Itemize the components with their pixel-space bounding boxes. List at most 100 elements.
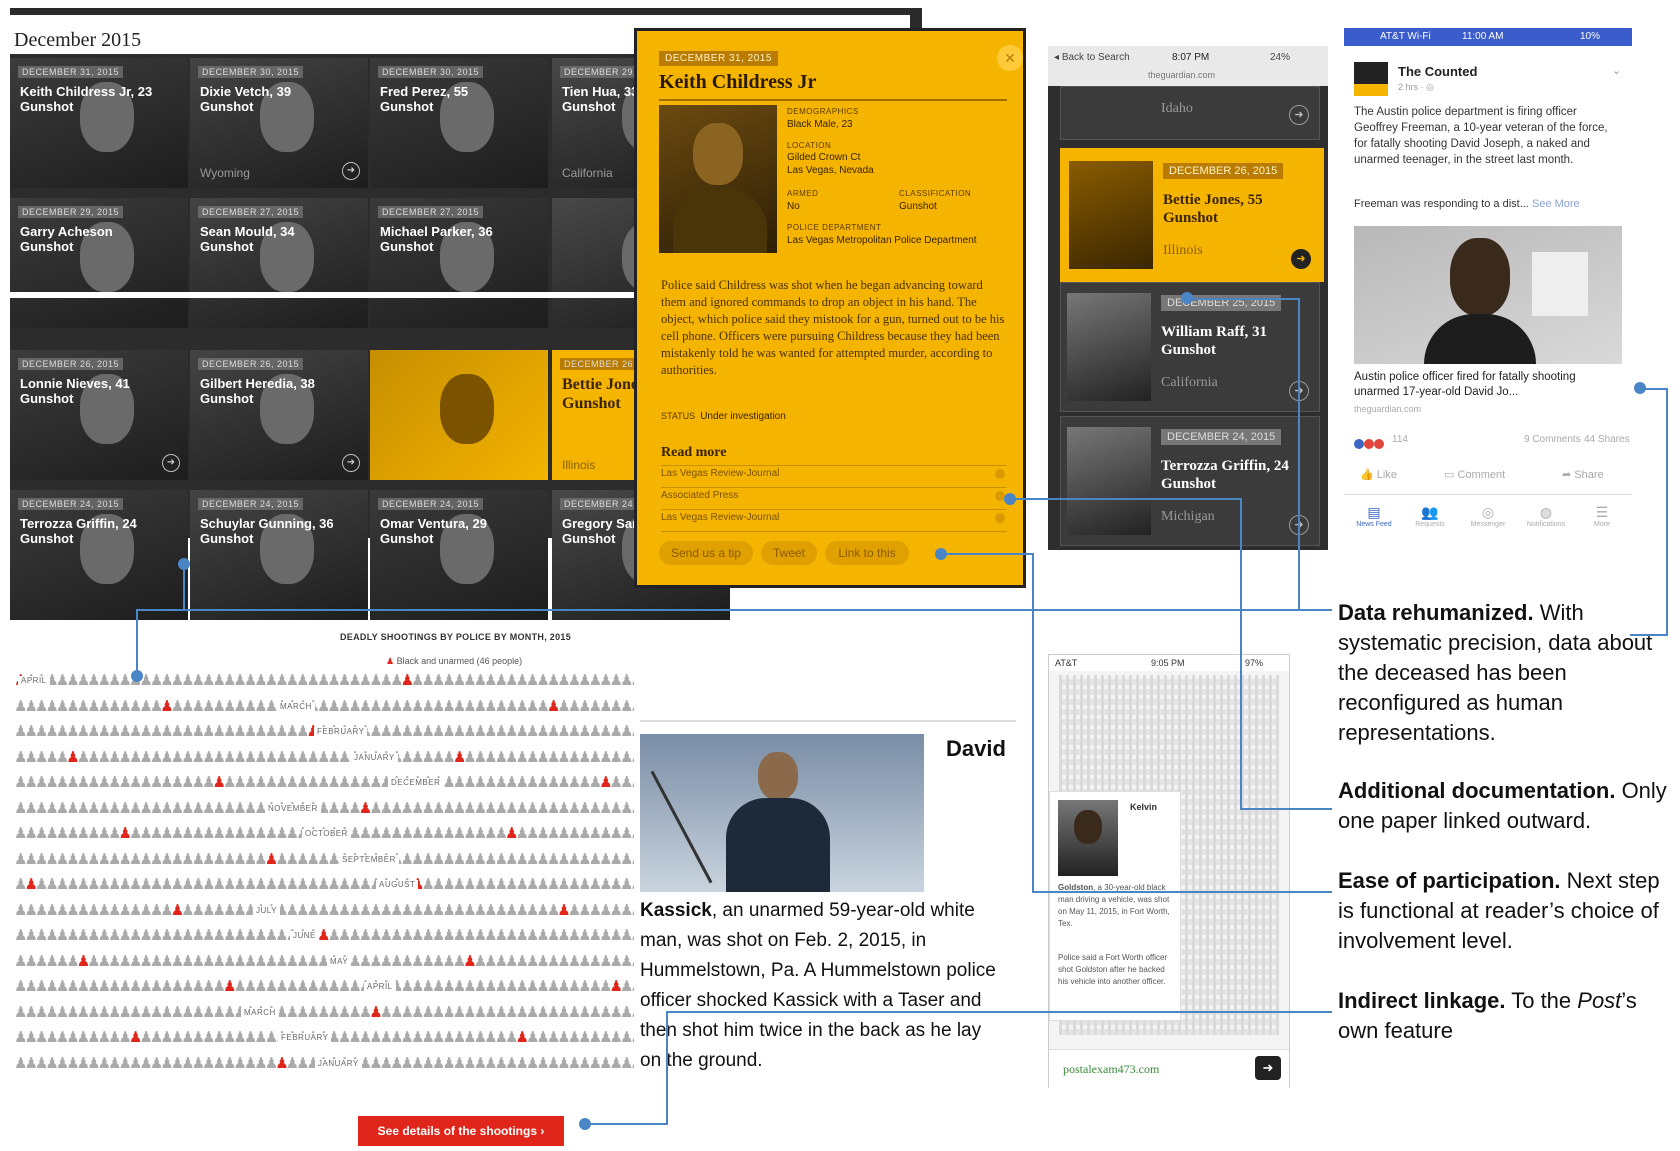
thumbs-up-icon: 👍: [1360, 469, 1374, 481]
tab-more[interactable]: ☰ More: [1576, 504, 1628, 528]
link-preview-title[interactable]: Austin police officer fired for fatally …: [1354, 370, 1604, 400]
figure-row: ♟♟♟♟♟♟♟♟♟♟♟♟♟♟♟♟♟♟♟♟♟♟♟♟♟♟♟♟♟♟♟♟♟♟♟♟♟♟♟♟…: [14, 799, 634, 817]
connector-line: [183, 564, 185, 610]
popup-photo: [1058, 800, 1118, 876]
card-state: California: [1161, 375, 1218, 390]
tile-cause: Gunshot: [380, 99, 434, 114]
arrow-right-icon[interactable]: ➜: [1255, 1056, 1281, 1080]
connector-dot: [1181, 292, 1193, 304]
red-figure-icon: ♟: [557, 901, 571, 919]
read-more-link-3[interactable]: Las Vegas Review-Journal: [661, 512, 779, 523]
red-figure-icon: ♟: [275, 1054, 289, 1072]
rule: [661, 487, 1006, 488]
popup-name: Kelvin: [1130, 802, 1158, 812]
red-figure-icon: ♟: [66, 748, 80, 766]
share-count[interactable]: 44 Shares: [1584, 434, 1630, 445]
back-to-search-link[interactable]: ◂ Back to Search: [1054, 52, 1130, 63]
link-preview-image[interactable]: [1354, 226, 1622, 364]
month-label: APRIL: [18, 676, 50, 685]
read-more-link-1[interactable]: Las Vegas Review-Journal: [661, 468, 779, 479]
connector-dot: [131, 670, 143, 682]
ad-url[interactable]: postalexam473.com: [1063, 1062, 1159, 1077]
card-name: William Raff, 31 Gunshot: [1161, 323, 1267, 359]
send-tip-button[interactable]: Send us a tip: [659, 541, 753, 565]
link-preview-domain: theguardian.com: [1354, 404, 1422, 414]
month-label: JANUARY: [351, 752, 398, 762]
url-bar[interactable]: theguardian.com: [1148, 70, 1215, 80]
grid-tile[interactable]: DECEMBER 24, 2015 Schuylar Gunning, 36 Gun…: [190, 490, 368, 620]
link-to-this-button[interactable]: Link to this: [825, 541, 909, 565]
grid-tile[interactable]: DECEMBER 30, 2015 Dixie Vetch, 39 Wyoming G…: [190, 58, 368, 188]
shoulders-shape: [673, 189, 767, 253]
see-more-link[interactable]: See More: [1532, 198, 1580, 210]
grid-tile[interactable]: DECEMBER 31, 2015 Keith Childress Jr, 23 G…: [10, 58, 188, 188]
tab-news-feed[interactable]: ▤ News Feed: [1348, 504, 1400, 528]
tile-date: DECEMBER 30, 2015: [378, 66, 484, 78]
comment-button[interactable]: ▭ Comment: [1444, 468, 1505, 481]
close-button[interactable]: ✕: [997, 45, 1023, 71]
month-label: SEPTEMBER: [339, 854, 399, 864]
card-photo: [1067, 293, 1151, 401]
see-details-button[interactable]: See details of the shootings ›: [358, 1116, 564, 1146]
grid-tile[interactable]: DECEMBER 29, 2015 Garry Acheson Gunshot: [10, 198, 188, 328]
tweet-button[interactable]: Tweet: [761, 541, 817, 565]
tab-requests[interactable]: 👥 Requests: [1404, 504, 1456, 528]
connector-line: [1240, 808, 1332, 810]
red-figure-icon: ♟: [212, 774, 227, 791]
back-label: Back to Search: [1061, 52, 1130, 63]
chevron-down-icon[interactable]: ⌄: [1612, 64, 1621, 77]
page-avatar[interactable]: [1354, 62, 1388, 96]
reaction-count[interactable]: 114: [1392, 434, 1408, 445]
arrow-right-icon: ➜: [342, 162, 360, 180]
rule: [661, 509, 1006, 510]
figure-row: ♟♟♟♟♟♟♟♟♟♟♟♟♟♟♟♟♟♟♟♟♟♟♟♟♟♟♟♟♟♟♟♟♟♟♟♟♟♟♟♟…: [14, 672, 634, 690]
tab-messenger[interactable]: ◎ Messenger: [1462, 504, 1514, 528]
ad-banner[interactable]: postalexam473.com ➜: [1049, 1049, 1289, 1088]
tile-cause: Gunshot: [380, 531, 434, 546]
grid-tile[interactable]: DECEMBER 26, 2015 Gilbert Heredia, 38 Guns…: [190, 350, 368, 480]
red-figure-icon: ♟: [505, 825, 519, 842]
post-text-2: Freeman was responding to a dist... See …: [1354, 198, 1622, 210]
story-photo: [640, 734, 924, 892]
wapo-mobile-screenshot: AT&T 9:05 PM 97% Kelvin Goldston, a 30-y…: [1048, 654, 1290, 1088]
annotation-ease-of-participation: Ease of participation. Next step is func…: [1338, 866, 1678, 956]
tile-date: DECEMBER 26,: [560, 358, 641, 370]
comment-icon: ▭: [1444, 469, 1455, 481]
figure-row: ♟♟♟♟♟♟♟♟♟♟♟♟♟♟♟♟♟♟♟♟♟♟♟♟♟♟♟♟♟♟♟♟♟♟♟♟♟♟♟♟…: [14, 952, 634, 970]
grid-tile[interactable]: DECEMBER 27, 2015 Sean Mould, 34 Gunshot: [190, 198, 368, 328]
grid-tile[interactable]: DECEMBER 30, 2015 Fred Perez, 55 Gunshot: [370, 58, 548, 188]
like-button[interactable]: 👍 Like: [1360, 468, 1397, 481]
annotation-title: Additional documentation.: [1338, 778, 1616, 803]
card-cause: Gunshot: [1161, 342, 1217, 358]
month-label: NOVEMBER: [265, 803, 321, 813]
story-text: Kassick, an unarmed 59-year-old white ma…: [640, 896, 998, 1076]
partial-card[interactable]: Idaho ➜: [1060, 86, 1320, 140]
red-figure-icon: ♟: [358, 799, 373, 817]
connector-line: [940, 553, 1034, 555]
face-shape: [440, 374, 494, 444]
mobile-person-card[interactable]: DECEMBER 26, 2015 Bettie Jones, 55 Gunshot…: [1060, 148, 1324, 282]
figure-row: ♟♟♟♟♟♟♟♟♟♟♟♟♟♟♟♟♟♟♟♟♟♟♟♟♟♟♟♟♟♟♟♟♟♟♟♟♟♟♟♟…: [14, 978, 634, 995]
card-date: DECEMBER 24, 2015: [1161, 429, 1282, 445]
page-name[interactable]: The Counted: [1398, 64, 1477, 79]
share-button[interactable]: ➦ Share: [1562, 468, 1604, 481]
mobile-person-card[interactable]: DECEMBER 24, 2015 Terrozza Griffin, 24 Gun…: [1060, 416, 1320, 546]
grid-tile[interactable]: [370, 350, 548, 480]
link-arrow-icon: [995, 513, 1005, 523]
red-figure-icon: ♟: [264, 850, 279, 868]
rule: [661, 465, 1006, 466]
comment-count[interactable]: 9 Comments: [1524, 434, 1581, 445]
armed-label: ARMED: [787, 189, 819, 198]
tab-notifications[interactable]: ◍ Notifications: [1520, 504, 1572, 528]
card-state: Michigan: [1161, 509, 1215, 524]
read-more-link-2[interactable]: Associated Press: [661, 490, 738, 501]
story-first-name: David: [946, 736, 1006, 761]
connector-line: [666, 1011, 1332, 1013]
tile-date: DECEMBER 31, 2015: [18, 66, 124, 78]
tile-date: DECEMBER 24, 2015: [378, 498, 484, 510]
grid-tile[interactable]: DECEMBER 24, 2015 Omar Ventura, 29 Gunshot: [370, 490, 548, 620]
grid-tile[interactable]: DECEMBER 24, 2015 Terrozza Griffin, 24 Gun…: [10, 490, 188, 620]
grid-tile[interactable]: DECEMBER 26, 2015 Lonnie Nieves, 41 Gunsho…: [10, 350, 188, 480]
red-figure-icon: ♟: [160, 697, 174, 715]
grid-tile[interactable]: DECEMBER 27, 2015 Michael Parker, 36 Gunsh…: [370, 198, 548, 328]
